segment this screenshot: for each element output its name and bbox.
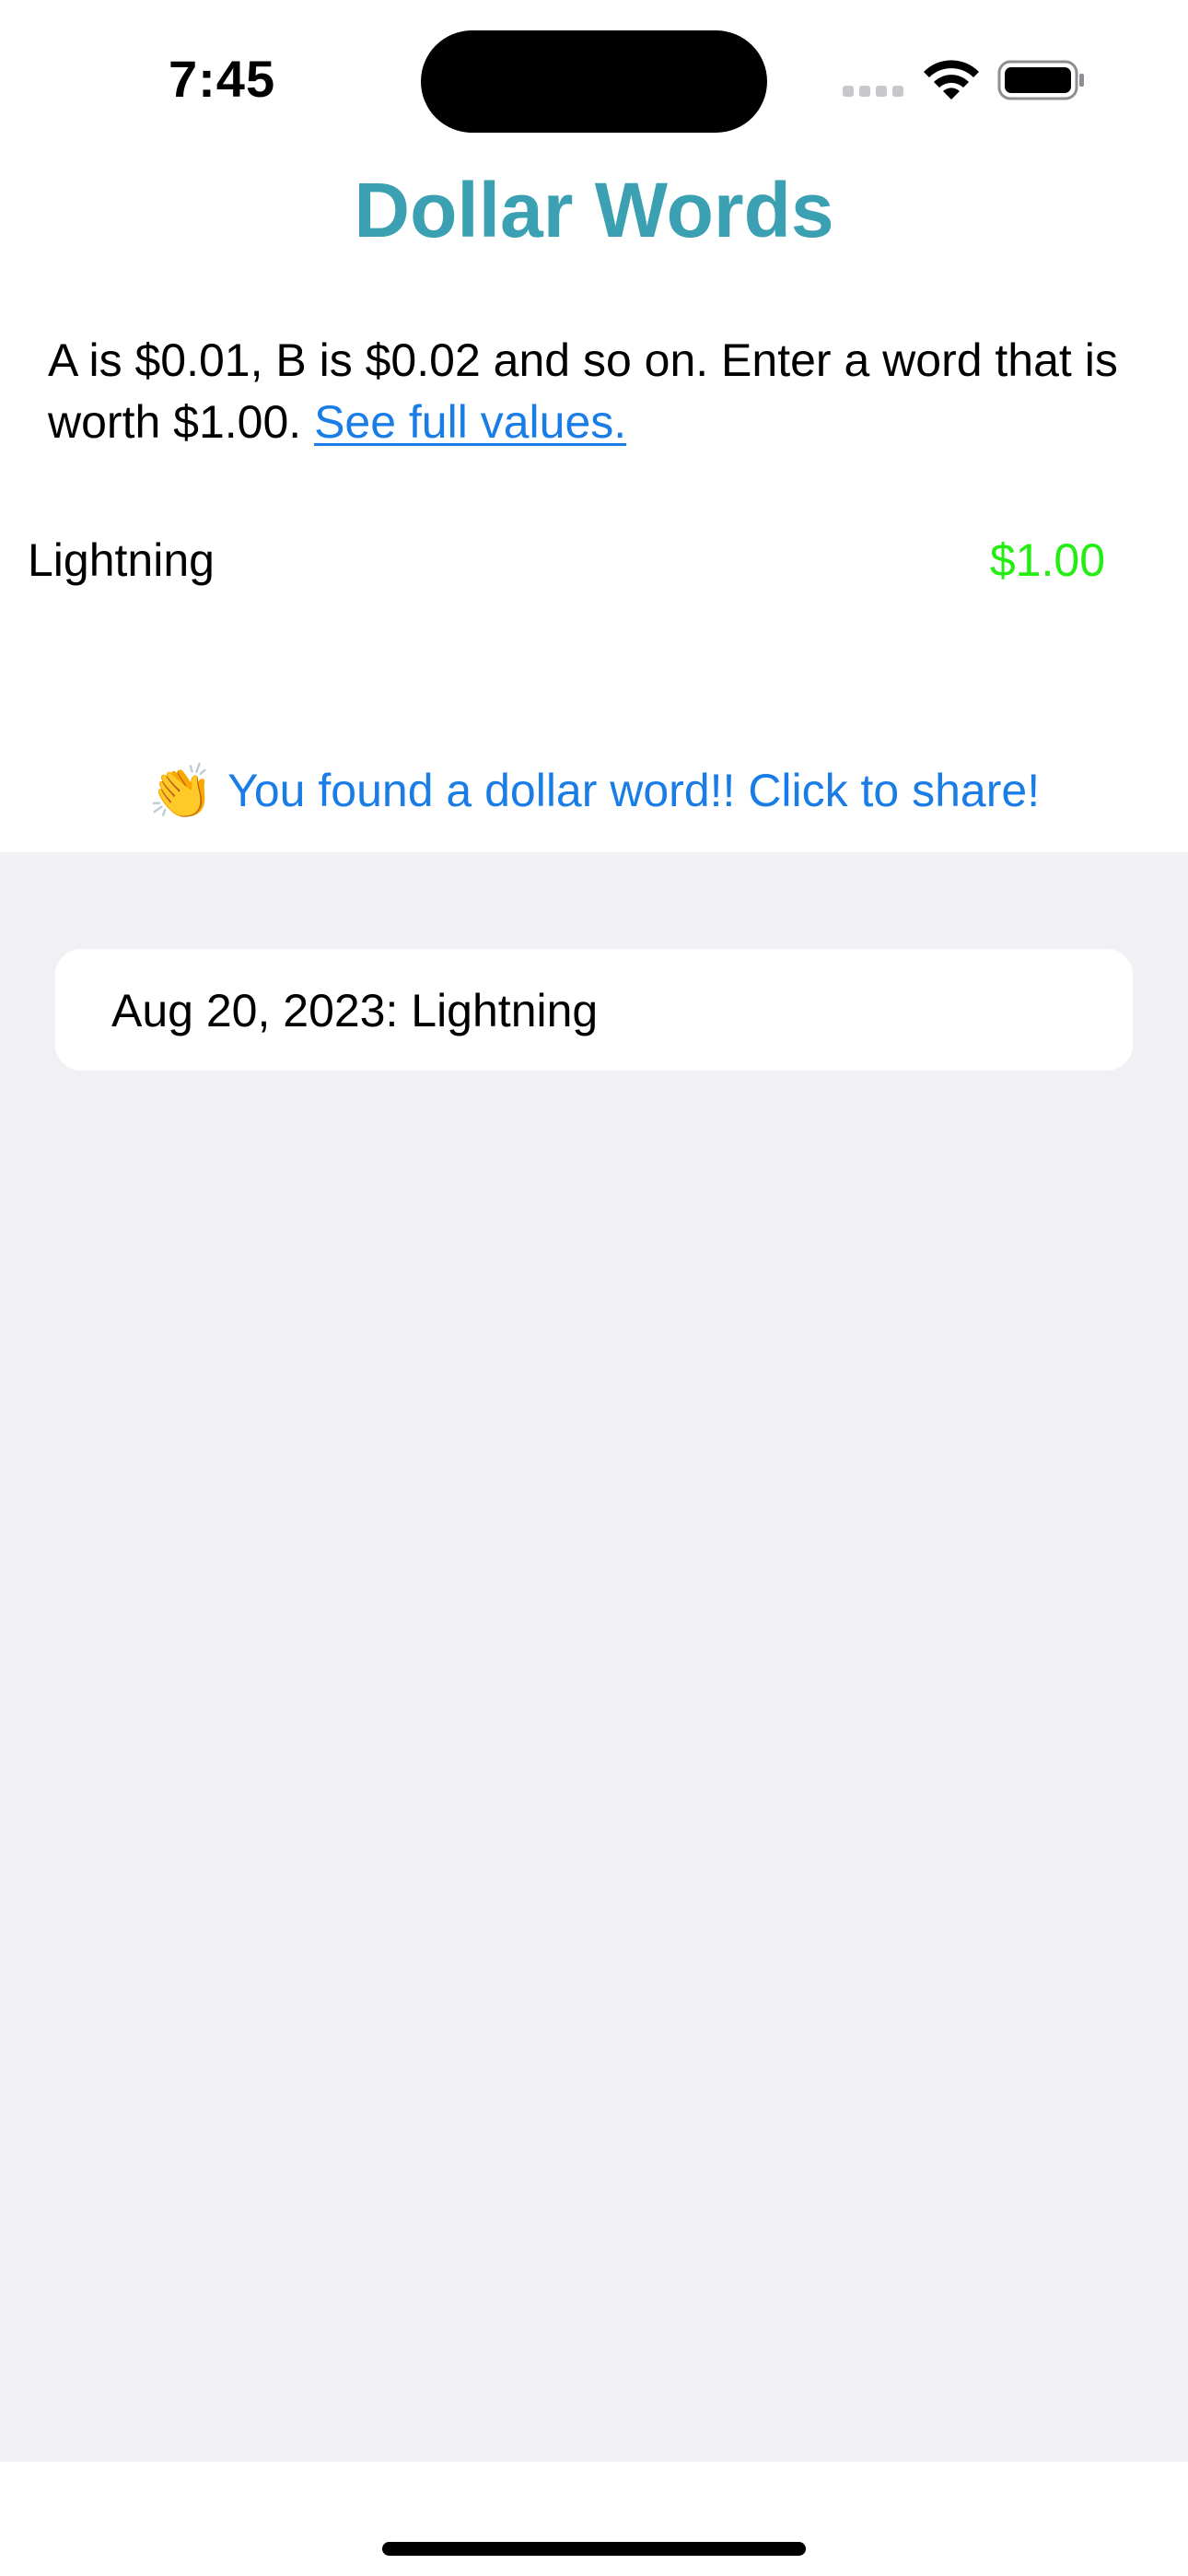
share-button[interactable]: 👏 You found a dollar word!! Click to shar… (0, 755, 1188, 827)
page-title: Dollar Words (354, 167, 834, 253)
history-list: Aug 20, 2023: Lightning (0, 852, 1188, 2462)
share-label: You found a dollar word!! Click to share… (227, 765, 1041, 816)
see-full-values-link[interactable]: See full values. (314, 396, 626, 448)
history-entry-label: Aug 20, 2023: Lightning (111, 985, 599, 1036)
status-time: 7:45 (169, 50, 276, 108)
home-indicator-area (0, 2462, 1188, 2576)
list-item[interactable]: Aug 20, 2023: Lightning (55, 949, 1133, 1071)
dynamic-island (421, 30, 767, 133)
wifi-icon (924, 60, 979, 100)
word-input[interactable] (28, 523, 856, 597)
cellular-signal-icon (843, 86, 905, 99)
battery-icon (997, 60, 1084, 100)
clapping-hands-icon: 👏 (147, 762, 215, 822)
word-dollar-value: $1.00 (989, 534, 1105, 586)
intro-text: A is $0.01, B is $0.02 and so on. Enter … (48, 330, 1148, 453)
home-indicator[interactable] (382, 2542, 806, 2556)
word-entry-row: $1.00 (28, 523, 1105, 597)
status-bar: 7:45 (0, 0, 1188, 147)
